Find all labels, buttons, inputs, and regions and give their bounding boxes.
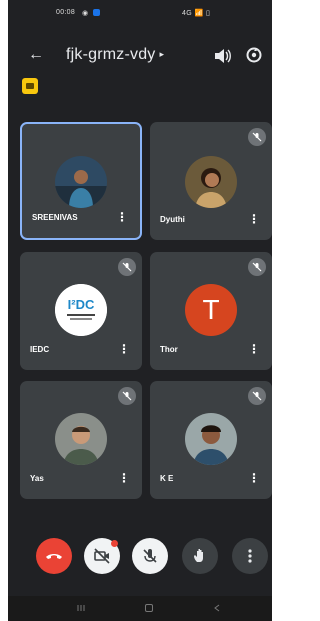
mic-off-icon: [248, 387, 266, 405]
camera-toggle-button[interactable]: [84, 538, 120, 574]
svg-text:I²DC: I²DC: [68, 297, 95, 312]
alert-dot: [111, 540, 118, 547]
meeting-code-button[interactable]: fjk-grmz-vdy ▸: [66, 46, 164, 64]
chevron-right-icon: ▸: [159, 49, 165, 60]
participant-avatar: I²DC: [55, 284, 107, 336]
back-arrow-icon[interactable]: ←: [28, 46, 44, 64]
speaker-icon[interactable]: [213, 48, 231, 64]
mic-off-icon: [248, 128, 266, 146]
participant-tile[interactable]: T Thor ⋮: [150, 252, 272, 370]
participant-tile[interactable]: K E ⋮: [150, 381, 272, 499]
tile-more-icon[interactable]: ⋮: [118, 342, 130, 356]
tile-more-icon[interactable]: ⋮: [248, 342, 260, 356]
mic-off-icon: [248, 258, 266, 276]
status-bar: 00:08 ◉ 4G 📶 ▯: [8, 0, 272, 28]
status-icons: 4G 📶 ▯: [182, 10, 211, 17]
more-options-button[interactable]: [232, 538, 268, 574]
notification-icon: ◉: [82, 10, 89, 17]
mic-off-icon: [143, 549, 157, 563]
phone-hangup-icon: [46, 554, 62, 559]
back-icon[interactable]: [212, 603, 222, 613]
tile-more-icon[interactable]: ⋮: [116, 210, 128, 224]
participant-name: SREENIVAS: [32, 213, 78, 222]
meeting-badge-icon[interactable]: [22, 78, 38, 94]
mic-off-icon: [118, 387, 136, 405]
participant-avatar: [55, 413, 107, 465]
participant-tile[interactable]: Dyuthi ⋮: [150, 122, 272, 240]
more-vertical-icon: [248, 549, 252, 563]
participant-name: Thor: [160, 345, 178, 354]
app-notification-icon: [93, 9, 100, 16]
iedc-logo: I²DC: [55, 284, 107, 336]
raise-hand-button[interactable]: [182, 538, 218, 574]
recents-icon[interactable]: [76, 603, 86, 613]
mic-off-icon: [118, 258, 136, 276]
system-navigation-bar: [8, 596, 272, 621]
participant-tile[interactable]: I²DC IEDC ⋮: [20, 252, 142, 370]
hand-icon: [194, 549, 203, 562]
participant-avatar: [185, 413, 237, 465]
participant-name: Dyuthi: [160, 215, 185, 224]
meet-screen: 00:08 ◉ 4G 📶 ▯ ← fjk-grmz-vdy ▸ SREENIVAS…: [8, 0, 272, 621]
status-time: 00:08: [56, 9, 76, 16]
participant-avatar: [55, 156, 107, 208]
participant-name: K E: [160, 474, 174, 483]
participant-tile[interactable]: SREENIVAS ⋮: [20, 122, 142, 240]
end-call-button[interactable]: [36, 538, 72, 574]
participant-avatar: [185, 156, 237, 208]
camera-off-icon: [94, 548, 110, 564]
participant-avatar: T: [185, 284, 237, 336]
participant-tile[interactable]: Yas ⋮: [20, 381, 142, 499]
tile-more-icon[interactable]: ⋮: [248, 471, 260, 485]
tile-more-icon[interactable]: ⋮: [248, 212, 260, 226]
switch-camera-icon[interactable]: [245, 46, 263, 64]
participant-name: Yas: [30, 474, 44, 483]
tile-more-icon[interactable]: ⋮: [118, 471, 130, 485]
meeting-code: fjk-grmz-vdy: [66, 46, 156, 63]
microphone-toggle-button[interactable]: [132, 538, 168, 574]
participant-name: IEDC: [30, 345, 50, 354]
home-icon[interactable]: [144, 603, 154, 613]
